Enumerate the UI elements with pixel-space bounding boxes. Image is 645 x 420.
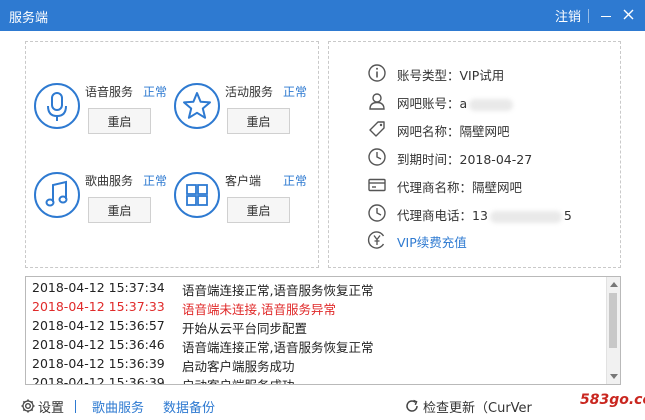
log-time: 2018-04-12 15:36:57	[32, 318, 165, 333]
service-client-status: 正常	[283, 174, 308, 188]
close-icon	[623, 9, 634, 20]
gear-icon[interactable]	[20, 398, 36, 414]
minimize-button[interactable]	[596, 3, 616, 25]
music-note-icon	[34, 172, 80, 218]
check-update-link[interactable]: 检查更新（CurVer	[423, 397, 532, 416]
account-type: 账号类型：VIP试用	[397, 68, 505, 83]
logout-link[interactable]: 注销	[555, 6, 581, 25]
log-message: 语音端连接正常,语音服务恢复正常	[182, 340, 374, 355]
window-title: 服务端	[9, 11, 49, 26]
scroll-up-arrow-icon[interactable]	[610, 282, 618, 287]
service-voice-status: 正常	[143, 85, 168, 99]
agent-phone: 代理商电话：13	[397, 208, 488, 223]
site-watermark: 583go.com	[580, 392, 645, 408]
service-activity-status: 正常	[283, 85, 308, 99]
footer-divider	[75, 400, 76, 413]
log-time: 2018-04-12 15:36:39	[32, 375, 165, 385]
titlebar-divider	[588, 9, 589, 23]
service-voice-name: 语音服务	[85, 85, 134, 99]
settings-link[interactable]: 设置	[38, 397, 64, 416]
data-backup-link[interactable]: 数据备份	[163, 397, 215, 416]
log-time: 2018-04-12 15:37:33	[32, 299, 165, 314]
services-panel: 语音服务 正常 重启 活动服务 正常 重启 歌曲服务 正常 重启 客户端 正常 …	[25, 41, 319, 268]
log-message: 开始从云平台同步配置	[182, 321, 308, 336]
restart-music-button[interactable]: 重启	[88, 197, 151, 223]
log-message: 语音端连接正常,语音服务恢复正常	[182, 283, 374, 298]
microphone-icon	[34, 83, 80, 129]
bar-account: 网吧账号：a	[397, 96, 468, 111]
close-button[interactable]	[618, 3, 640, 25]
star-icon	[174, 83, 220, 129]
music-service-link[interactable]: 歌曲服务	[92, 397, 144, 416]
windows-icon	[174, 172, 220, 218]
vip-renew-link[interactable]: VIP续费充值	[397, 232, 467, 251]
log-time: 2018-04-12 15:36:39	[32, 356, 165, 371]
expire-date: 到期时间：2018-04-27	[397, 152, 533, 167]
agent-name: 代理商名称：隔壁网吧	[397, 180, 523, 195]
log-time: 2018-04-12 15:37:34	[32, 280, 165, 295]
yen-coin-icon	[367, 231, 385, 249]
card-icon	[368, 178, 386, 192]
info-icon	[368, 64, 386, 82]
log-message: 语音端未连接,语音服务异常	[182, 302, 336, 317]
refresh-icon[interactable]	[404, 398, 420, 414]
service-client-name: 客户端	[225, 174, 262, 188]
tag-icon	[369, 121, 385, 137]
log-scrollbar[interactable]	[606, 277, 620, 384]
redacted-phone	[489, 210, 562, 223]
redacted-account	[469, 98, 514, 111]
service-activity-name: 活动服务	[225, 85, 274, 99]
scroll-down-arrow-icon[interactable]	[610, 374, 618, 379]
log-message: 启动客户端服务成功	[182, 375, 295, 384]
scroll-thumb[interactable]	[609, 293, 617, 348]
log-list[interactable]: 2018-04-12 15:37:34 语音端连接正常,语音服务恢复正常 201…	[25, 276, 621, 385]
footer-bar: 设置 歌曲服务 数据备份 检查更新（CurVer 583go.com	[0, 392, 645, 420]
bar-name: 网吧名称：隔壁网吧	[397, 124, 510, 139]
title-bar: 服务端 注销	[0, 0, 645, 31]
restart-activity-button[interactable]: 重启	[227, 108, 290, 134]
log-message: 启动客户端服务成功	[182, 359, 295, 374]
restart-client-button[interactable]: 重启	[227, 197, 290, 223]
agent-phone-tail: 5	[563, 208, 572, 223]
service-music-name: 歌曲服务	[85, 174, 134, 188]
clock-icon	[368, 204, 386, 222]
service-music-status: 正常	[143, 174, 168, 188]
restart-voice-button[interactable]: 重启	[88, 108, 151, 134]
account-info-panel: 账号类型：VIP试用 网吧账号：a 网吧名称：隔壁网吧 到期时间：2018-04…	[328, 41, 621, 268]
clock-icon	[368, 148, 386, 166]
log-time: 2018-04-12 15:36:46	[32, 337, 165, 352]
user-icon	[369, 93, 385, 110]
